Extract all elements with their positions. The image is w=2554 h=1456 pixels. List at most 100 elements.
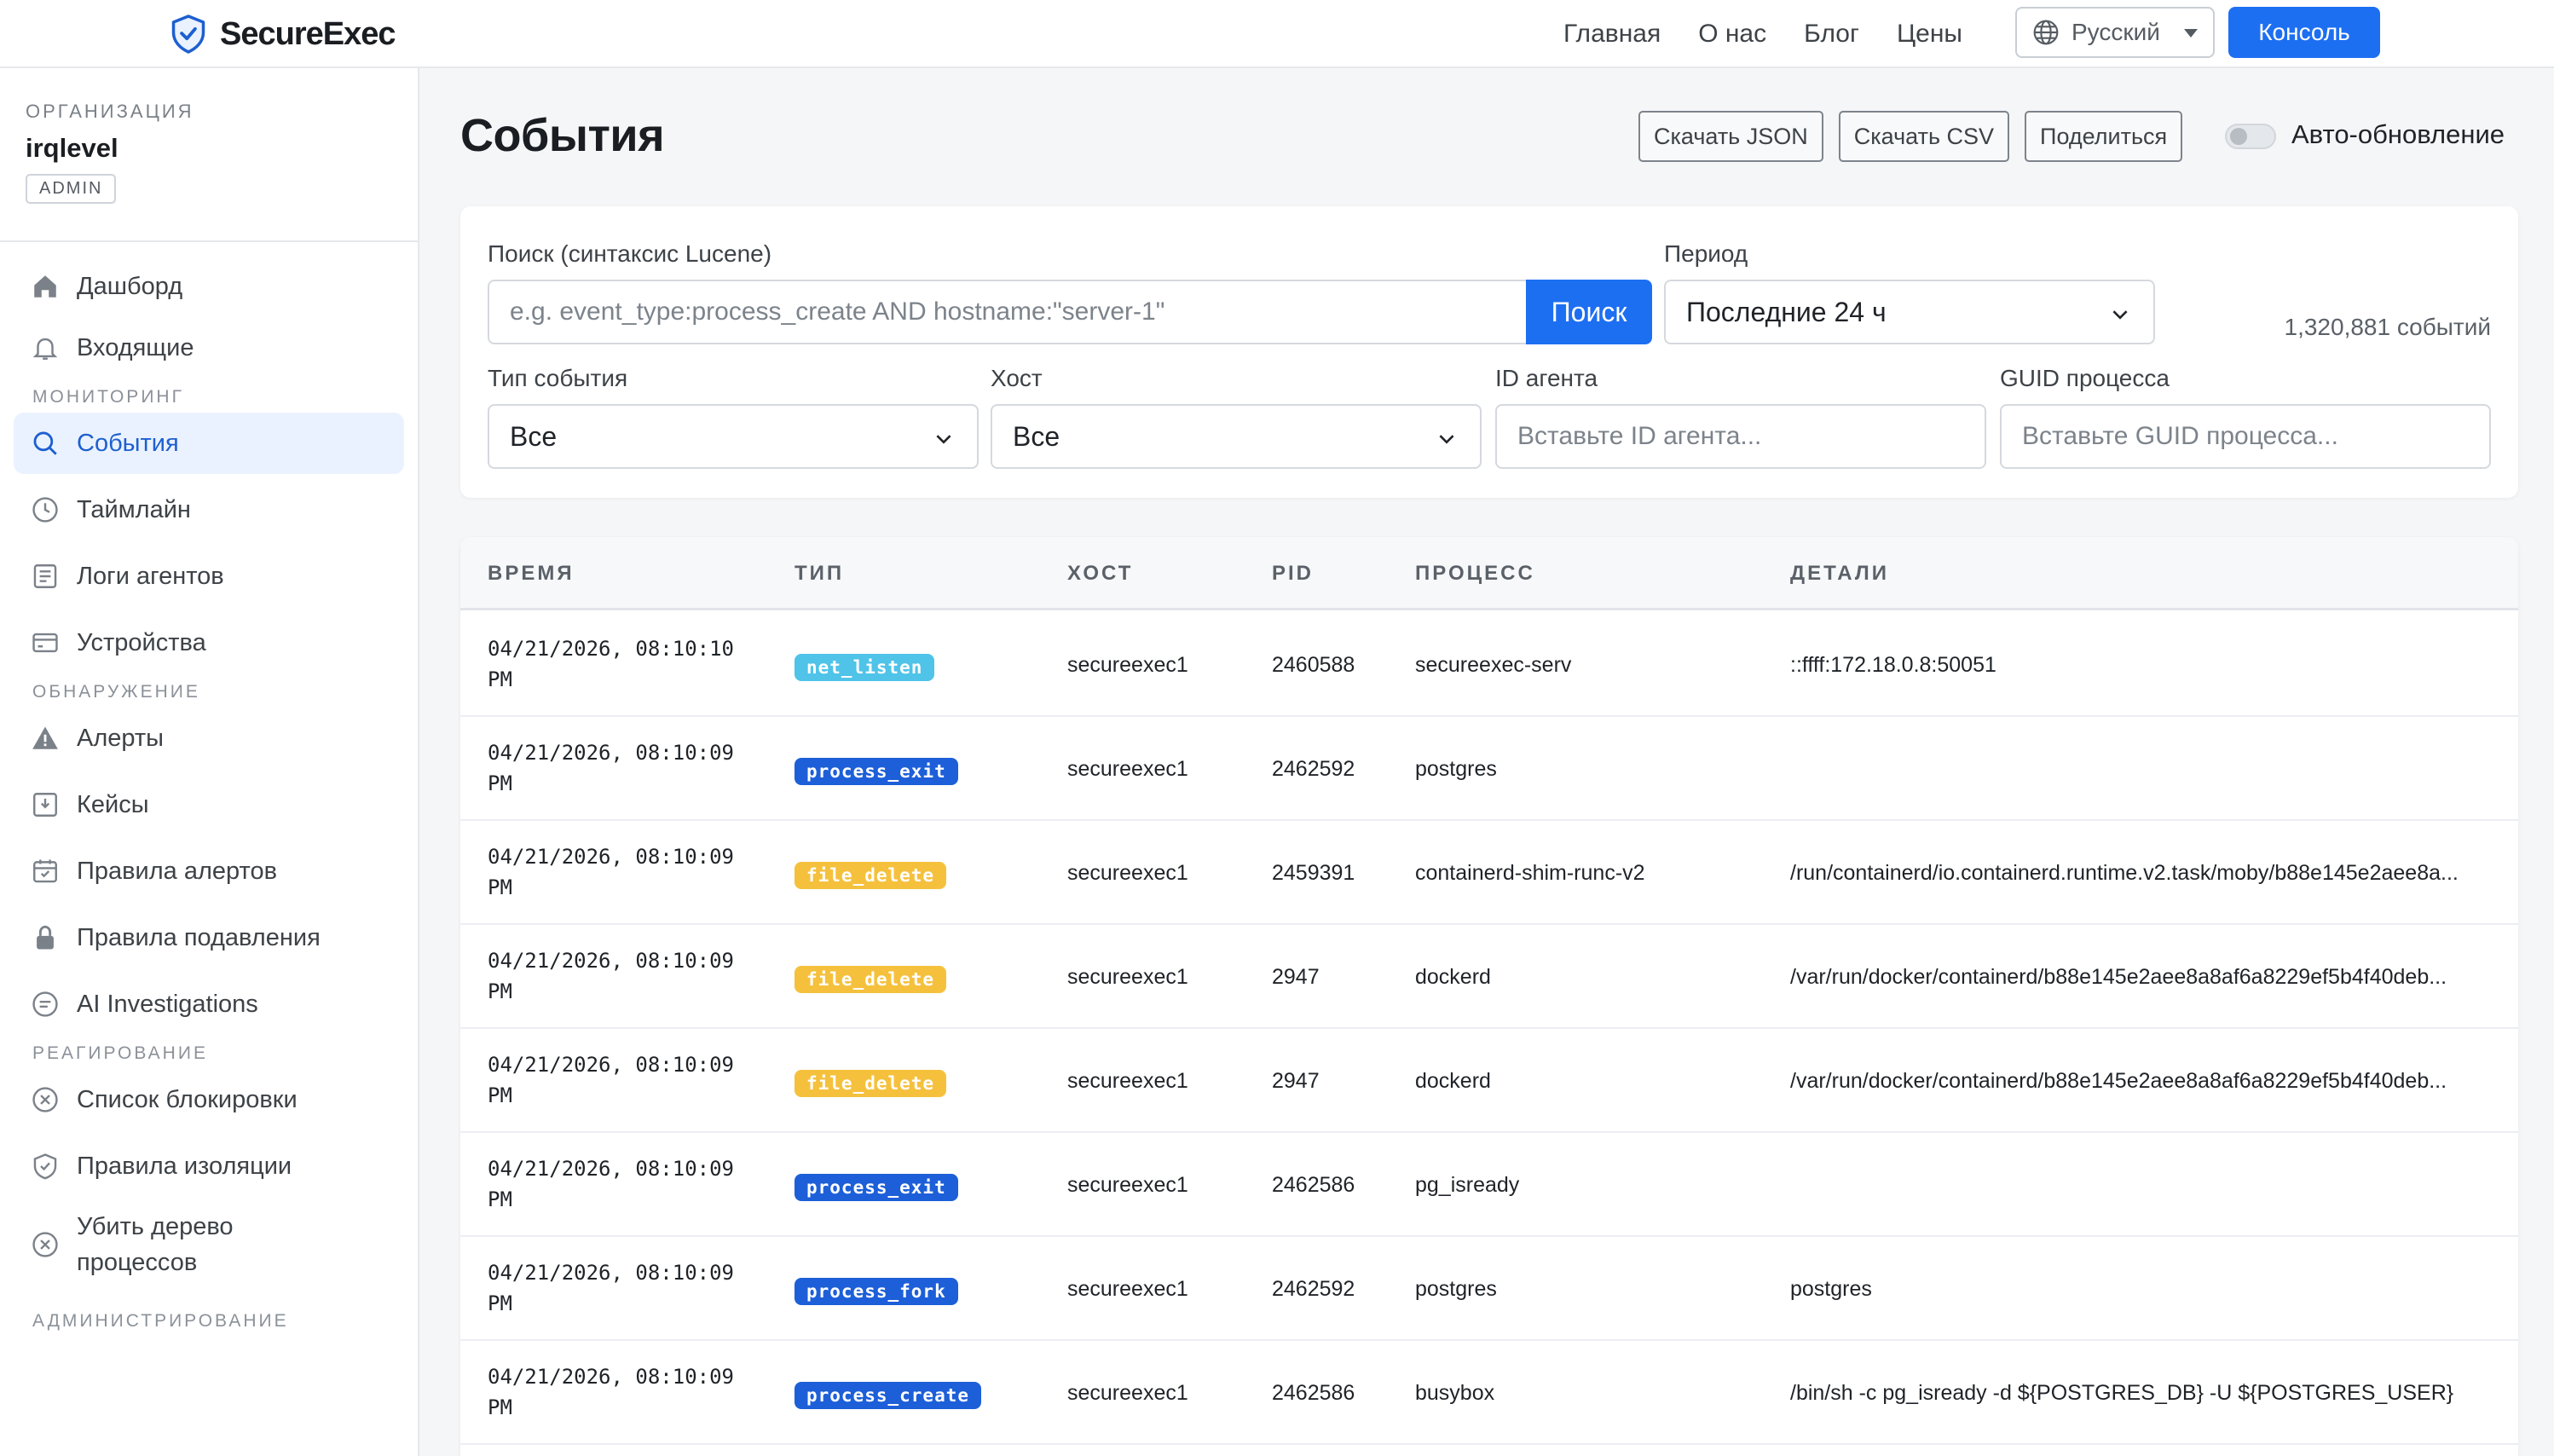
agent-id-input[interactable]: Вставьте ID агента... bbox=[1495, 404, 1986, 469]
column-header-host[interactable]: ХОСТ bbox=[1067, 537, 1133, 610]
brand-logo[interactable]: SecureExec bbox=[170, 14, 396, 55]
sidebar-item-label: Правила алертов bbox=[77, 857, 277, 885]
sidebar-item-timeline[interactable]: Таймлайн bbox=[14, 479, 404, 540]
sidebar-item-kill-process-tree[interactable]: Убить дерево процессов bbox=[14, 1202, 404, 1287]
events-table: ВРЕМЯ ТИП ХОСТ PID ПРОЦЕСС ДЕТАЛИ 04/21/… bbox=[460, 537, 2518, 1456]
search-input[interactable]: e.g. event_type:process_create AND hostn… bbox=[488, 280, 1529, 344]
period-select[interactable]: Последние 24 ч bbox=[1664, 280, 2155, 344]
sidebar-item-alerts[interactable]: Алерты bbox=[14, 708, 404, 769]
time-meridiem: PM bbox=[488, 875, 512, 899]
nav-link-about[interactable]: О нас bbox=[1698, 19, 1766, 49]
inbox-icon bbox=[33, 793, 57, 817]
host-cell[interactable]: secureexec1 bbox=[1067, 962, 1188, 991]
time-cell: 04/21/2026, 08:10:09 PM bbox=[488, 841, 734, 903]
event-type-badge[interactable]: process_fork bbox=[795, 1278, 958, 1305]
column-header-process[interactable]: ПРОЦЕСС bbox=[1415, 537, 1535, 610]
column-header-pid[interactable]: PID bbox=[1272, 537, 1314, 610]
time-cell: 04/21/2026, 08:10:09 PM bbox=[488, 945, 734, 1007]
event-type-badge[interactable]: net_listen bbox=[795, 654, 935, 681]
table-row[interactable]: 04/21/2026, 08:10:09 PM process_exit secure… bbox=[460, 717, 2518, 821]
process-cell[interactable]: postgres bbox=[1415, 754, 1497, 783]
table-row[interactable]: 04/21/2026, 08:10:09 PM process_exit secure… bbox=[460, 1133, 2518, 1237]
globe-icon bbox=[2033, 20, 2059, 45]
event-type-badge[interactable]: file_delete bbox=[795, 966, 947, 993]
time-cell: 04/21/2026, 08:10:09 PM bbox=[488, 1049, 734, 1111]
time-cell: 04/21/2026, 08:10:09 PM bbox=[488, 1153, 734, 1215]
document-icon bbox=[33, 564, 57, 588]
event-type-badge[interactable]: process_exit bbox=[795, 1174, 958, 1201]
lock-icon bbox=[37, 925, 54, 950]
time-date: 04/21/2026, 08:10:09 bbox=[488, 845, 734, 869]
host-cell[interactable]: secureexec1 bbox=[1067, 650, 1188, 679]
host-cell[interactable]: secureexec1 bbox=[1067, 754, 1188, 783]
process-cell[interactable]: pg_isready bbox=[1415, 1170, 1519, 1199]
host-label: Хост bbox=[991, 365, 1043, 391]
nav-link-pricing[interactable]: Цены bbox=[1897, 19, 1962, 49]
event-type-badge[interactable]: process_exit bbox=[795, 758, 958, 785]
process-cell[interactable]: busybox bbox=[1415, 1378, 1494, 1407]
period-label: Период bbox=[1664, 240, 1748, 267]
host-cell[interactable]: secureexec1 bbox=[1067, 858, 1188, 887]
column-header-details[interactable]: ДЕТАЛИ bbox=[1790, 537, 1889, 610]
sidebar-item-events[interactable]: События bbox=[14, 413, 404, 474]
details-cell: /run/containerd/io.containerd.runtime.v2… bbox=[1790, 861, 2459, 885]
sidebar-item-label: Дашборд bbox=[77, 272, 183, 300]
warning-icon bbox=[32, 726, 58, 749]
org-name[interactable]: irqlevel bbox=[26, 133, 392, 164]
host-cell[interactable]: secureexec1 bbox=[1067, 1274, 1188, 1303]
language-select[interactable]: Русский bbox=[2015, 7, 2215, 58]
pid-cell: 2947 bbox=[1272, 965, 1320, 989]
table-row[interactable]: 04/21/2026, 08:10:09 PM process_create secu… bbox=[460, 1341, 2518, 1445]
sidebar-item-cases[interactable]: Кейсы bbox=[14, 774, 404, 835]
sidebar-item-agent-logs[interactable]: Логи агентов bbox=[14, 546, 404, 607]
time-date: 04/21/2026, 08:10:10 bbox=[488, 637, 734, 661]
event-type-badge[interactable]: file_delete bbox=[795, 862, 947, 889]
share-button[interactable]: Поделиться bbox=[2025, 111, 2183, 162]
nav-link-home[interactable]: Главная bbox=[1563, 19, 1661, 49]
event-type-badge[interactable]: process_create bbox=[795, 1382, 982, 1409]
process-cell[interactable]: containerd-shim-runc-v2 bbox=[1415, 858, 1645, 887]
download-json-button[interactable]: Скачать JSON bbox=[1638, 111, 1823, 162]
table-row[interactable]: 04/21/2026, 08:10:09 PM file_delete securee… bbox=[460, 821, 2518, 925]
process-cell[interactable]: secureexec-serv bbox=[1415, 650, 1571, 679]
table-row[interactable]: 04/21/2026, 08:10:09 PM process_fork secure… bbox=[460, 1237, 2518, 1341]
sidebar-item-suppression-rules[interactable]: Правила подавления bbox=[14, 907, 404, 968]
auto-refresh-toggle[interactable] bbox=[2225, 124, 2276, 149]
table-row[interactable]: 04/21/2026, 08:10:09 PM file_delete securee… bbox=[460, 1029, 2518, 1133]
host-cell[interactable]: secureexec1 bbox=[1067, 1170, 1188, 1199]
download-csv-button[interactable]: Скачать CSV bbox=[1838, 111, 2010, 162]
console-button[interactable]: Консоль bbox=[2228, 7, 2380, 58]
column-header-type[interactable]: ТИП bbox=[795, 537, 844, 610]
process-cell[interactable]: dockerd bbox=[1415, 1066, 1491, 1095]
top-nav-links: Главная О нас Блог Цены bbox=[1563, 19, 1962, 49]
search-button[interactable]: Поиск bbox=[1526, 280, 1652, 344]
process-guid-input[interactable]: Вставьте GUID процесса... bbox=[2000, 404, 2491, 469]
pid-cell: 2947 bbox=[1272, 1069, 1320, 1093]
host-cell[interactable]: secureexec1 bbox=[1067, 1378, 1188, 1407]
nav-link-blog[interactable]: Блог bbox=[1804, 19, 1859, 49]
event-type-select[interactable]: Все bbox=[488, 404, 979, 469]
sidebar-item-dashboard[interactable]: Дашборд bbox=[14, 256, 404, 317]
sidebar-item-alert-rules[interactable]: Правила алертов bbox=[14, 841, 404, 902]
sidebar-item-label: Входящие bbox=[77, 333, 194, 361]
column-header-time[interactable]: ВРЕМЯ bbox=[488, 537, 575, 610]
sidebar-item-ai-investigations[interactable]: AI Investigations bbox=[14, 974, 404, 1035]
event-type-value: Все bbox=[510, 420, 558, 452]
pid-cell: 2462586 bbox=[1272, 1173, 1355, 1197]
sidebar-item-isolation-rules[interactable]: Правила изоляции bbox=[14, 1135, 404, 1197]
chevron-down-icon bbox=[2112, 310, 2128, 320]
host-cell[interactable]: secureexec1 bbox=[1067, 1066, 1188, 1095]
sidebar-item-label: События bbox=[77, 429, 179, 457]
sidebar-item-inbox[interactable]: Входящие bbox=[14, 317, 404, 378]
process-cell[interactable]: dockerd bbox=[1415, 962, 1491, 991]
bell-icon bbox=[32, 338, 58, 360]
event-type-badge[interactable]: file_delete bbox=[795, 1070, 947, 1097]
sidebar-item-blocklist[interactable]: Список блокировки bbox=[14, 1069, 404, 1130]
host-select[interactable]: Все bbox=[991, 404, 1482, 469]
table-row[interactable]: 04/21/2026, 08:10:10 PM net_listen secureex… bbox=[460, 613, 2518, 717]
sidebar-item-devices[interactable]: Устройства bbox=[14, 612, 404, 673]
table-row[interactable]: 04/21/2026, 08:10:09 PM file_delete securee… bbox=[460, 925, 2518, 1029]
time-meridiem: PM bbox=[488, 667, 512, 691]
shield-icon bbox=[33, 1153, 57, 1180]
process-cell[interactable]: postgres bbox=[1415, 1274, 1497, 1303]
